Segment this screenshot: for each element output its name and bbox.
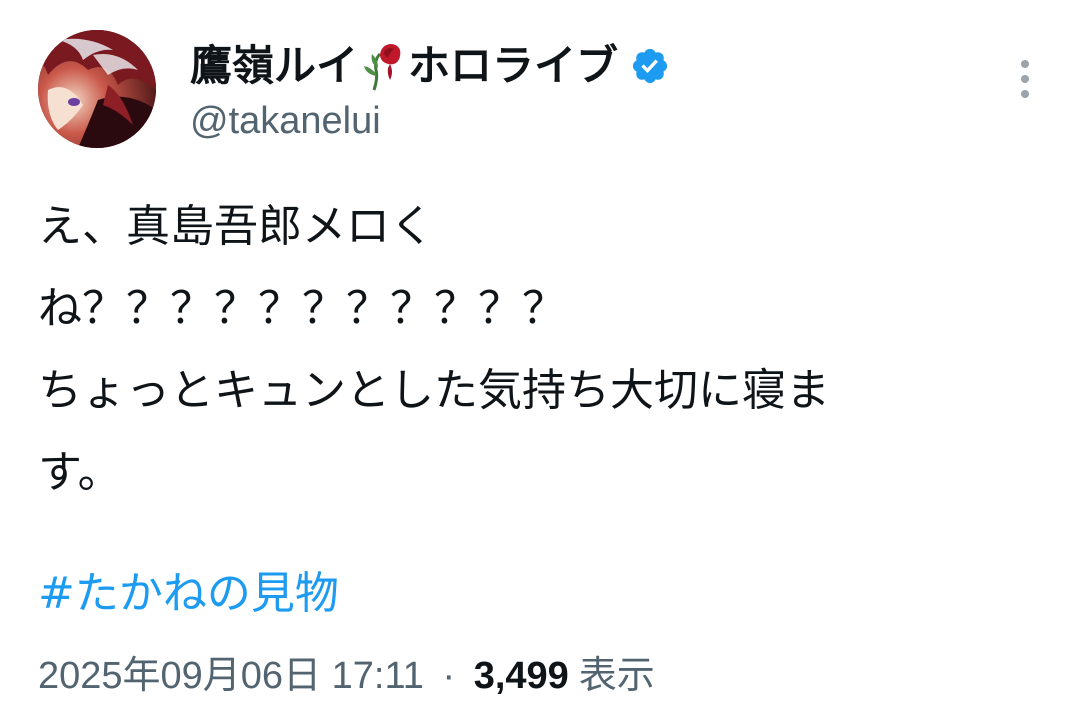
tweet-meta: 2025年09月06日 17:11 · 3,499 表示 xyxy=(38,648,655,704)
tweet-line: ね？？？？？？？？？？？ xyxy=(38,283,566,334)
tweet-date: 2025年09月06日 xyxy=(38,655,322,697)
timestamp[interactable]: 2025年09月06日 17:11 xyxy=(38,655,434,697)
avatar[interactable] xyxy=(38,30,156,148)
hashtag-link[interactable]: #たかねの見物 xyxy=(38,562,339,626)
tweet-line: え、真島吾郎メロく xyxy=(38,201,434,252)
tweet-text: え、真島吾郎メロく ね？？？？？？？？？？？ ちょっとキュンとした気持ち大切に寝… xyxy=(38,186,1038,514)
tweet-line: ちょっとキュンとした気持ち大切に寝ま xyxy=(38,365,830,416)
more-vertical-icon[interactable] xyxy=(1014,56,1036,102)
avatar-image xyxy=(38,30,156,148)
views[interactable]: 3,499 表示 xyxy=(474,655,655,697)
verified-check-icon[interactable] xyxy=(630,46,670,86)
display-name-prefix: 鷹嶺ルイ xyxy=(190,41,359,90)
display-name-suffix: ホロライブ xyxy=(408,41,619,90)
views-label: 表示 xyxy=(578,655,655,697)
tweet-time: 17:11 xyxy=(331,655,424,697)
views-count: 3,499 xyxy=(473,655,569,697)
author-handle[interactable]: @takanelui xyxy=(190,96,381,146)
author-name[interactable]: 鷹嶺ルイ ホロライブ xyxy=(190,38,670,94)
tweet: 鷹嶺ルイ ホロライブ @takanelui え、真島吾郎メロく ね？？？？？？？… xyxy=(0,0,1080,725)
meta-separator: · xyxy=(442,655,456,697)
tweet-line: す。 xyxy=(38,447,122,498)
wilted-rose-icon xyxy=(360,40,406,92)
